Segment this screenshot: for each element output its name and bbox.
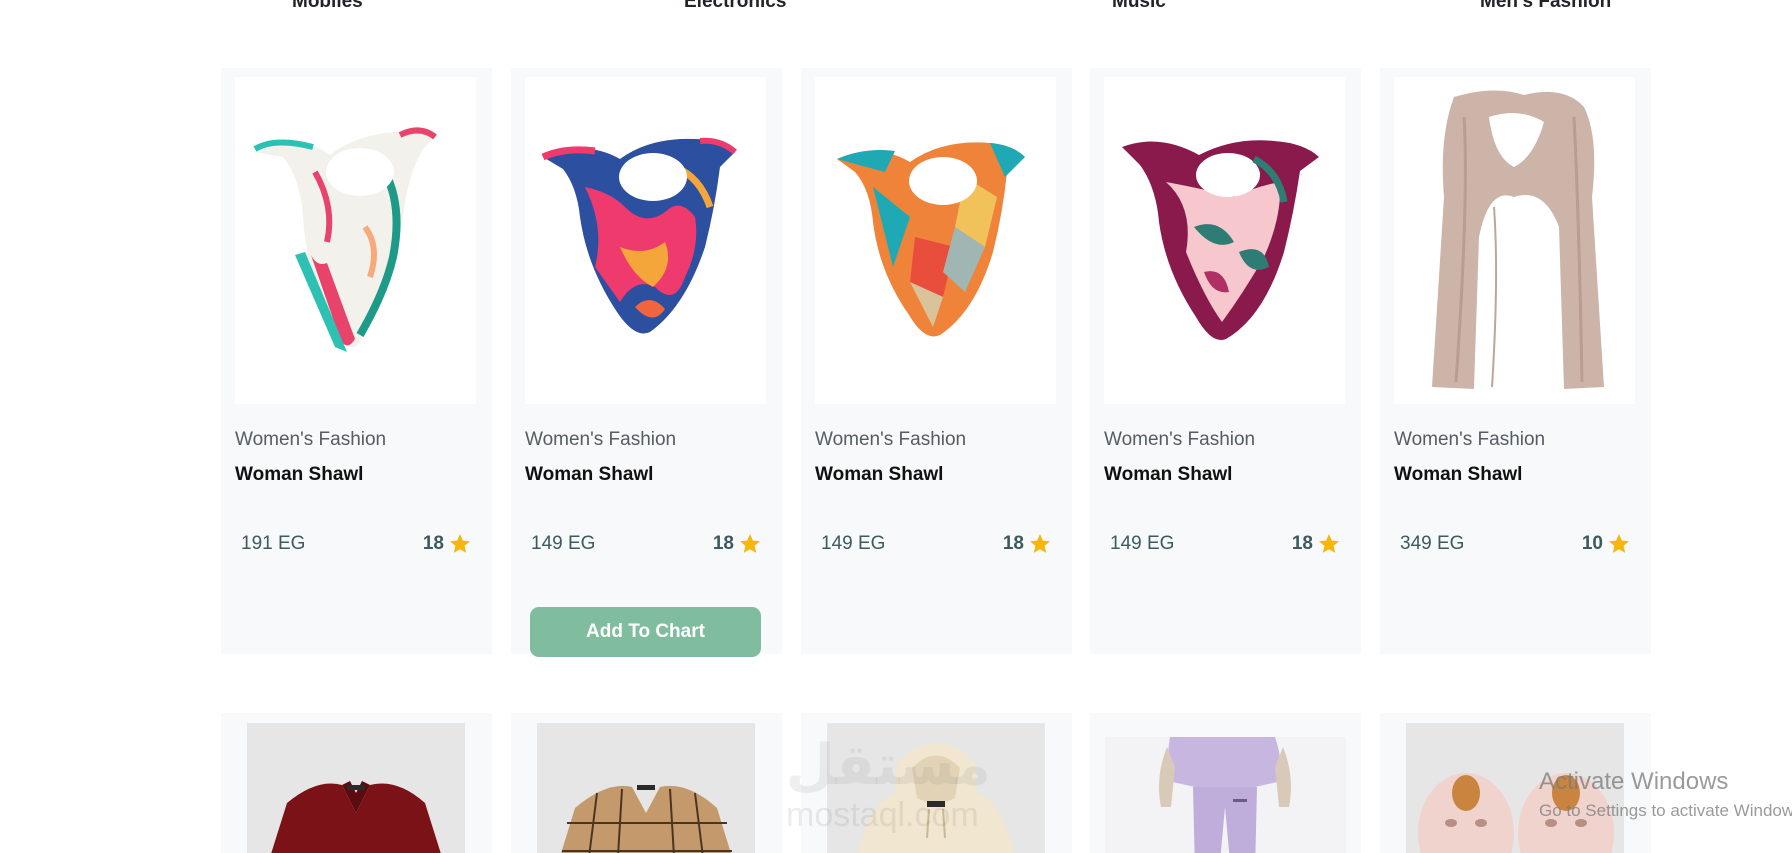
rating-value: 18 bbox=[422, 533, 444, 554]
product-rating: 18 bbox=[713, 532, 762, 556]
product-category: Women's Fashion bbox=[525, 429, 677, 450]
product-image[interactable] bbox=[247, 723, 465, 853]
star-icon bbox=[450, 534, 470, 553]
category-electronics[interactable]: Electronics bbox=[684, 0, 786, 13]
product-card[interactable]: Women's Fashion Woman Shawl 191 EG 18 bbox=[221, 68, 492, 654]
product-price: 149 EG bbox=[531, 533, 596, 554]
star-icon bbox=[1319, 534, 1339, 553]
product-card[interactable]: Women's Fashion Woman Shawl 149 EG 18 bbox=[801, 68, 1072, 654]
product-price: 349 EG bbox=[1400, 533, 1465, 554]
product-card[interactable] bbox=[1090, 713, 1361, 853]
product-card[interactable]: Women's Fashion Woman Shawl 149 EG 18 Ad… bbox=[511, 68, 782, 657]
category-strip: Mobiles Electronics Music Men's Fashion bbox=[0, 0, 1792, 15]
product-image[interactable] bbox=[1394, 77, 1635, 404]
activate-windows-title: Activate Windows bbox=[1539, 768, 1729, 795]
product-title[interactable]: Woman Shawl bbox=[1104, 464, 1232, 486]
star-icon bbox=[740, 534, 760, 553]
product-image[interactable] bbox=[235, 77, 476, 404]
product-rating: 18 bbox=[1003, 532, 1052, 556]
product-image[interactable] bbox=[1104, 77, 1345, 404]
product-category: Women's Fashion bbox=[235, 429, 387, 450]
product-image[interactable] bbox=[1105, 737, 1346, 853]
rating-value: 18 bbox=[1002, 533, 1024, 554]
product-rating: 18 bbox=[423, 532, 472, 556]
category-music[interactable]: Music bbox=[1112, 0, 1166, 13]
category-mobiles[interactable]: Mobiles bbox=[292, 0, 363, 13]
star-icon bbox=[1609, 534, 1629, 553]
watermark-text: mostaql.com bbox=[786, 796, 979, 834]
activate-windows-subtitle: Go to Settings to activate Windows. bbox=[1539, 801, 1792, 820]
rating-value: 18 bbox=[712, 533, 734, 554]
product-price: 191 EG bbox=[241, 533, 306, 554]
star-icon bbox=[1030, 534, 1050, 553]
rating-value: 10 bbox=[1581, 533, 1603, 554]
rating-value: 18 bbox=[1291, 533, 1313, 554]
product-title[interactable]: Woman Shawl bbox=[1394, 464, 1522, 486]
product-image[interactable] bbox=[815, 77, 1056, 404]
product-category: Women's Fashion bbox=[1104, 429, 1256, 450]
product-image[interactable] bbox=[537, 723, 755, 853]
product-rating: 18 bbox=[1292, 532, 1341, 556]
product-category: Women's Fashion bbox=[1394, 429, 1546, 450]
product-price: 149 EG bbox=[1110, 533, 1175, 554]
product-title[interactable]: Woman Shawl bbox=[525, 464, 653, 486]
watermark-logo: مستقل bbox=[786, 733, 991, 796]
product-image[interactable] bbox=[525, 77, 766, 404]
category-mens-fashion[interactable]: Men's Fashion bbox=[1480, 0, 1611, 13]
product-price: 149 EG bbox=[821, 533, 886, 554]
add-to-cart-button[interactable]: Add To Chart bbox=[530, 607, 761, 657]
product-card[interactable] bbox=[221, 713, 492, 853]
product-card[interactable]: Women's Fashion Woman Shawl 349 EG 10 bbox=[1380, 68, 1651, 654]
product-card[interactable]: Women's Fashion Woman Shawl 149 EG 18 bbox=[1090, 68, 1361, 654]
product-card[interactable] bbox=[511, 713, 782, 853]
product-category: Women's Fashion bbox=[815, 429, 967, 450]
product-title[interactable]: Woman Shawl bbox=[815, 464, 943, 486]
product-rating: 10 bbox=[1582, 532, 1631, 556]
product-title[interactable]: Woman Shawl bbox=[235, 464, 363, 486]
